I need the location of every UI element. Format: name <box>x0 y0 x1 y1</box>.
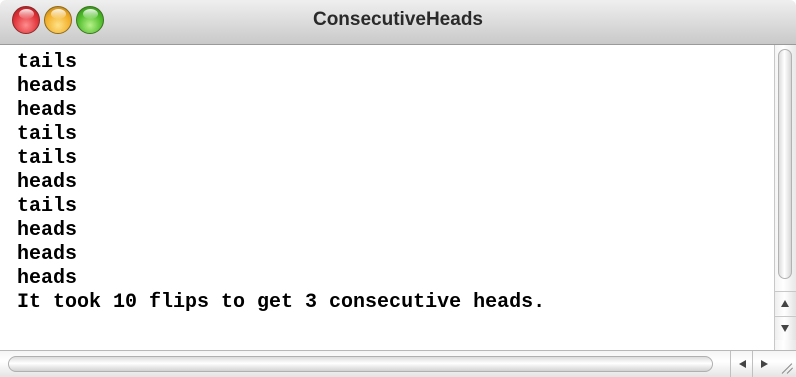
console-result-line: It took 10 flips to get 3 consecutive he… <box>17 291 546 314</box>
console-line: tails <box>17 147 78 170</box>
console-window: ConsecutiveHeads tails heads heads tails… <box>0 0 796 377</box>
arrow-right-icon <box>761 360 768 368</box>
title-bar[interactable]: ConsecutiveHeads <box>0 0 796 45</box>
console-line: heads <box>17 99 78 122</box>
console-line: tails <box>17 195 78 218</box>
console-line: heads <box>17 219 78 242</box>
vertical-scrollbar[interactable] <box>774 45 796 350</box>
console-line: heads <box>17 267 78 290</box>
arrow-down-icon <box>781 325 789 332</box>
arrow-left-icon <box>739 360 746 368</box>
horizontal-scroll-thumb[interactable] <box>8 356 713 372</box>
scroll-right-button[interactable] <box>752 351 774 377</box>
arrow-up-icon <box>781 300 789 307</box>
vertical-scroll-thumb[interactable] <box>778 49 792 279</box>
console-line: tails <box>17 123 78 146</box>
scroll-down-button[interactable] <box>775 316 796 340</box>
scroll-up-button[interactable] <box>775 291 796 315</box>
console-line: heads <box>17 171 78 194</box>
resize-grip-icon[interactable] <box>774 351 796 377</box>
console-output[interactable]: tails heads heads tails tails heads tail… <box>0 45 774 350</box>
horizontal-scrollbar[interactable] <box>0 350 796 377</box>
console-line: heads <box>17 75 78 98</box>
console-line: heads <box>17 243 78 266</box>
scroll-left-button[interactable] <box>730 351 752 377</box>
window-title: ConsecutiveHeads <box>312 9 483 30</box>
console-line: tails <box>17 51 78 74</box>
